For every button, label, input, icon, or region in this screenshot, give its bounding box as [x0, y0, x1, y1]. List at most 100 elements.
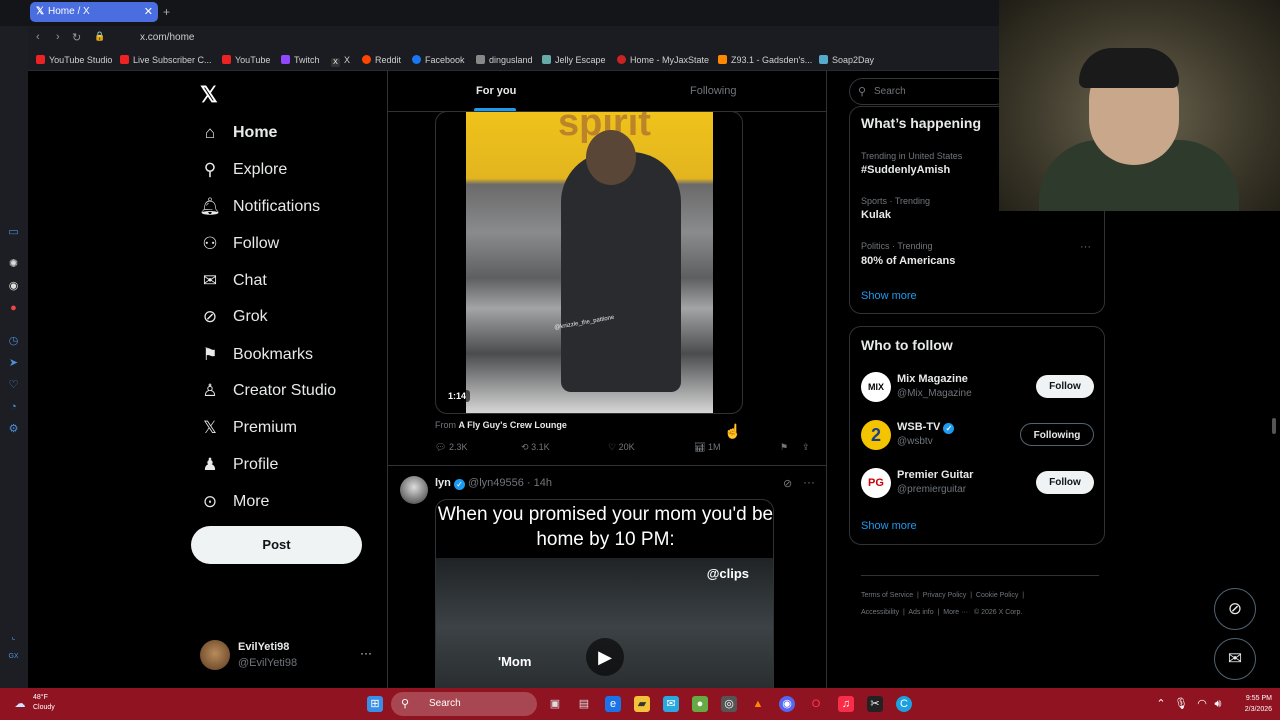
suggested-account-name[interactable]: Premier Guitar	[897, 469, 973, 481]
bookmark-item[interactable]: XX	[331, 55, 350, 67]
bookmark-item[interactable]: Soap2Day	[819, 55, 874, 65]
nav-more[interactable]: ⊙ More	[199, 488, 270, 516]
tab-following[interactable]: Following	[690, 85, 736, 97]
tray-chevron-icon[interactable]: ⌃	[1153, 696, 1169, 712]
account-switcher[interactable]: EvilYeti98 @EvilYeti98 ···	[200, 640, 380, 672]
show-more-link[interactable]: Show more	[861, 290, 917, 302]
bookmark-item[interactable]: Jelly Escape	[542, 55, 606, 65]
suggested-account-name[interactable]: Mix Magazine	[897, 373, 968, 385]
weather-icon[interactable]: ☁	[12, 696, 28, 712]
play-icon[interactable]: ▶	[586, 638, 624, 676]
file-explorer-icon[interactable]: ▰	[634, 696, 650, 712]
gx-icon[interactable]: GX	[7, 650, 20, 663]
music-icon[interactable]: ♫	[838, 696, 854, 712]
forward-icon[interactable]: ›	[56, 31, 60, 43]
xbox-icon[interactable]: ●	[692, 696, 708, 712]
edge-icon[interactable]: e	[605, 696, 621, 712]
weather-widget[interactable]: 48°F Cloudy	[33, 693, 55, 713]
bookmark-item[interactable]: dingusland	[476, 55, 533, 65]
vlc-icon[interactable]: ▲	[750, 696, 766, 712]
steam-icon[interactable]: ◎	[721, 696, 737, 712]
trend-item[interactable]: 80% of Americans	[861, 255, 955, 267]
messages-button[interactable]: ✉	[1214, 638, 1256, 680]
avatar[interactable]: 2	[861, 420, 891, 450]
close-tab-icon[interactable]: ✕	[144, 5, 153, 18]
avatar[interactable]: MIX	[861, 372, 891, 402]
footer-link[interactable]: More ···	[943, 609, 968, 616]
more-options-icon[interactable]: ···	[360, 646, 372, 660]
youtube-icon[interactable]: ●	[7, 302, 20, 315]
opera-gx-icon[interactable]: O	[808, 696, 824, 712]
start-icon[interactable]: ⊞	[367, 696, 383, 712]
nav-profile[interactable]: ♟ Profile	[199, 451, 278, 479]
settings-icon[interactable]: ⚙	[7, 423, 20, 436]
bookmark-item[interactable]: Twitch	[281, 55, 320, 65]
bookmark-item[interactable]: YouTube Studio	[36, 55, 112, 65]
new-tab-icon[interactable]: +	[163, 5, 170, 19]
tweet-time[interactable]: 14h	[534, 477, 552, 489]
bookmark-item[interactable]: Facebook	[412, 55, 465, 65]
footer-link[interactable]: Privacy Policy	[923, 592, 967, 599]
bookmark-item[interactable]: Home - MyJaxState	[617, 55, 709, 65]
bookmark-item[interactable]: Reddit	[362, 55, 401, 65]
nav-bookmarks[interactable]: ⚑ Bookmarks	[199, 341, 313, 369]
bookmark-button[interactable]: ⚑	[780, 442, 788, 453]
views-button[interactable]: 📊︎ 1M	[694, 442, 720, 453]
more-options-icon[interactable]: ···	[803, 475, 815, 489]
nav-premium[interactable]: 𝕏 Premium	[199, 414, 297, 442]
wifi-icon[interactable]: ◠	[1194, 696, 1210, 712]
discord-icon[interactable]: ◉	[7, 280, 20, 293]
post-button[interactable]: Post	[191, 526, 362, 564]
bookmark-item[interactable]: Z93.1 - Gadsden's...	[718, 55, 812, 65]
author-handle[interactable]: @lyn49556	[468, 477, 524, 489]
follow-button[interactable]: Follow	[1036, 471, 1094, 494]
avatar[interactable]	[400, 476, 428, 504]
browser-app-icon[interactable]: C	[896, 696, 912, 712]
community-name[interactable]: A Fly Guy's Crew Lounge	[459, 420, 567, 430]
taskbar-search[interactable]: ⚲ Search	[391, 692, 537, 716]
history-icon[interactable]: ◷	[7, 335, 20, 348]
clock[interactable]: 9:55 PM 2/3/2026	[1232, 693, 1272, 715]
nav-home[interactable]: ⌂ Home	[199, 119, 278, 147]
more-options-icon[interactable]: ···	[1080, 241, 1091, 253]
suggested-account-name[interactable]: WSB-TV ✓	[897, 421, 955, 434]
nav-explore[interactable]: ⚲ Explore	[199, 156, 287, 184]
trend-item[interactable]: Kulak	[861, 209, 891, 221]
reply-button[interactable]: 💬︎ 2.3K	[435, 442, 467, 453]
mail-app-icon[interactable]: ✉	[663, 696, 679, 712]
heart-icon[interactable]: ♡	[7, 379, 20, 392]
trend-item[interactable]: #SuddenlyAmish	[861, 164, 950, 176]
repost-button[interactable]: ⟲ 3.1K	[521, 442, 550, 453]
footer-link[interactable]: Terms of Service	[861, 592, 913, 599]
community-label[interactable]: From A Fly Guy's Crew Lounge	[435, 420, 567, 430]
like-button[interactable]: ♡ 20K	[608, 442, 635, 453]
x-logo-icon[interactable]: 𝕏	[200, 82, 218, 108]
following-button[interactable]: Following	[1020, 423, 1094, 446]
tab-for-you[interactable]: For you	[476, 85, 516, 97]
footer-link[interactable]: Ads info	[908, 609, 933, 616]
bookmark-item[interactable]: YouTube	[222, 55, 270, 65]
volume-icon[interactable]: 🔊︎	[1210, 696, 1226, 712]
search-input[interactable]: ⚲ Search	[849, 78, 1009, 105]
show-more-link[interactable]: Show more	[861, 520, 917, 532]
nav-notifications[interactable]: 🔔︎ Notifications	[199, 193, 320, 221]
share-button[interactable]: ⇪	[802, 442, 810, 453]
microphone-icon[interactable]: 🎙︎	[1173, 696, 1189, 712]
sidebar-dots-icon[interactable]: ⌞	[7, 630, 20, 643]
back-icon[interactable]: ‹	[36, 31, 40, 43]
nav-follow[interactable]: ⚇ Follow	[199, 230, 279, 258]
sidebar-app-icon[interactable]: ▭	[7, 226, 20, 239]
nav-chat[interactable]: ✉ Chat	[199, 267, 267, 295]
scrollbar[interactable]	[1272, 418, 1276, 434]
bookmark-item[interactable]: Live Subscriber C...	[120, 55, 212, 65]
chatgpt-icon[interactable]: ✺	[7, 258, 20, 271]
footer-link[interactable]: Cookie Policy	[976, 592, 1018, 599]
task-view-icon[interactable]: ▣	[547, 696, 563, 712]
tab-home-x[interactable]: 𝕏 Home / X ✕	[30, 2, 158, 22]
tweet[interactable]: lyn ✓ @lyn49556 · 14h ⊘ ··· When you pro…	[388, 465, 826, 688]
reload-icon[interactable]: ↻	[72, 31, 81, 44]
avatar[interactable]: PG	[861, 468, 891, 498]
url-field[interactable]: x.com/home	[140, 32, 194, 43]
author-name[interactable]: lyn	[435, 477, 451, 489]
store-icon[interactable]: ▤	[576, 696, 592, 712]
